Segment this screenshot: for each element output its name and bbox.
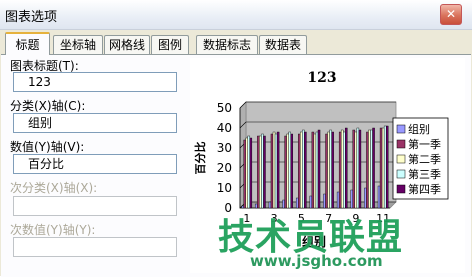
category-x-axis-label: 分类(X)轴(C): bbox=[10, 99, 86, 113]
bar bbox=[259, 135, 262, 209]
bar bbox=[263, 135, 266, 209]
bar bbox=[257, 135, 260, 209]
bar bbox=[261, 133, 264, 209]
bar bbox=[300, 131, 303, 209]
legend-swatch bbox=[396, 154, 406, 164]
bar bbox=[356, 127, 360, 209]
secondary-category-x-axis-label: 次分类(X)轴(X): bbox=[10, 181, 98, 195]
bar bbox=[379, 127, 383, 209]
secondary-category-x-axis-input[interactable] bbox=[13, 196, 177, 216]
tab-data-table[interactable]: 数据表 bbox=[259, 35, 307, 54]
bar bbox=[270, 133, 274, 209]
bar bbox=[329, 129, 332, 209]
close-icon[interactable]: ✕ bbox=[440, 4, 462, 25]
bar bbox=[274, 133, 278, 209]
bar bbox=[352, 129, 356, 209]
bar bbox=[276, 131, 280, 209]
legend-label: 第三季 bbox=[408, 167, 441, 181]
tab-axes[interactable]: 坐标轴 bbox=[53, 35, 103, 54]
bar bbox=[284, 135, 287, 209]
bar bbox=[345, 127, 348, 209]
legend-swatch bbox=[396, 169, 406, 179]
legend-swatch bbox=[396, 124, 406, 134]
bar bbox=[372, 127, 375, 209]
bar bbox=[288, 131, 291, 209]
legend-swatch bbox=[396, 184, 406, 194]
y-tick-label: 10 bbox=[217, 181, 232, 195]
window-title: 图表选项 bbox=[5, 10, 58, 25]
y-tick-label: 40 bbox=[217, 121, 232, 135]
category-x-axis-input[interactable]: 组别 bbox=[13, 113, 177, 133]
legend-label: 第四季 bbox=[408, 182, 441, 196]
bar bbox=[377, 185, 381, 209]
y-tick-label: 50 bbox=[217, 101, 232, 115]
watermark-url: www.jsgho.com bbox=[250, 252, 383, 270]
chart-title: 123 bbox=[307, 70, 336, 86]
legend-label: 组别 bbox=[408, 122, 430, 136]
bar bbox=[317, 129, 321, 209]
bar bbox=[309, 195, 313, 209]
y-tick-label: 20 bbox=[217, 161, 232, 175]
bar bbox=[304, 131, 307, 209]
tab-gridlines[interactable]: 网格线 bbox=[104, 35, 150, 54]
y-axis-title: 百分比 bbox=[193, 142, 207, 175]
bar bbox=[302, 129, 305, 209]
bar bbox=[311, 131, 315, 209]
value-y-axis-label: 数值(Y)轴(V): bbox=[10, 140, 85, 154]
bar bbox=[338, 131, 342, 209]
tab-legend[interactable]: 图例 bbox=[151, 35, 189, 54]
bar bbox=[286, 133, 289, 209]
bar bbox=[364, 187, 367, 209]
y-tick-label: 30 bbox=[217, 141, 232, 155]
legend-label: 第一季 bbox=[408, 137, 441, 151]
value-y-axis-input[interactable]: 百分比 bbox=[13, 154, 177, 174]
bar bbox=[358, 129, 362, 209]
secondary-value-y-axis-input[interactable] bbox=[13, 237, 177, 257]
bar bbox=[327, 131, 330, 209]
bar bbox=[295, 197, 299, 209]
bar bbox=[245, 137, 248, 209]
bar bbox=[313, 133, 317, 209]
bar bbox=[315, 131, 319, 209]
bar bbox=[325, 133, 328, 209]
legend-swatch bbox=[396, 139, 406, 149]
tab-data-labels[interactable]: 数据标志 bbox=[196, 35, 258, 54]
bar bbox=[350, 189, 353, 209]
title-bar[interactable]: 图表选项 ✕ bbox=[0, 0, 472, 30]
bar bbox=[282, 199, 285, 209]
bar bbox=[368, 129, 371, 209]
bar bbox=[385, 125, 389, 209]
bar bbox=[370, 129, 373, 209]
legend-label: 第二季 bbox=[408, 152, 441, 166]
tab-titles[interactable]: 标题 bbox=[5, 32, 50, 55]
bar bbox=[298, 133, 301, 209]
bar bbox=[290, 133, 293, 209]
bar bbox=[249, 137, 253, 209]
bar bbox=[354, 131, 358, 209]
bar bbox=[272, 131, 276, 209]
chart-title-input[interactable]: 123 bbox=[13, 72, 177, 92]
bar bbox=[381, 127, 385, 209]
bar bbox=[247, 135, 251, 209]
bar bbox=[336, 191, 340, 209]
secondary-value-y-axis-label: 次数值(Y)轴(Y): bbox=[10, 223, 96, 237]
chart-options-dialog: 图表选项 ✕ 标题 坐标轴 网格线 图例 数据标志 数据表 图表标题(T): 1… bbox=[0, 0, 472, 277]
bar bbox=[343, 131, 346, 209]
bar bbox=[243, 139, 246, 209]
bar bbox=[383, 125, 387, 209]
bar bbox=[366, 131, 369, 209]
bar bbox=[340, 129, 344, 209]
bar bbox=[323, 193, 326, 209]
bar bbox=[331, 131, 334, 209]
